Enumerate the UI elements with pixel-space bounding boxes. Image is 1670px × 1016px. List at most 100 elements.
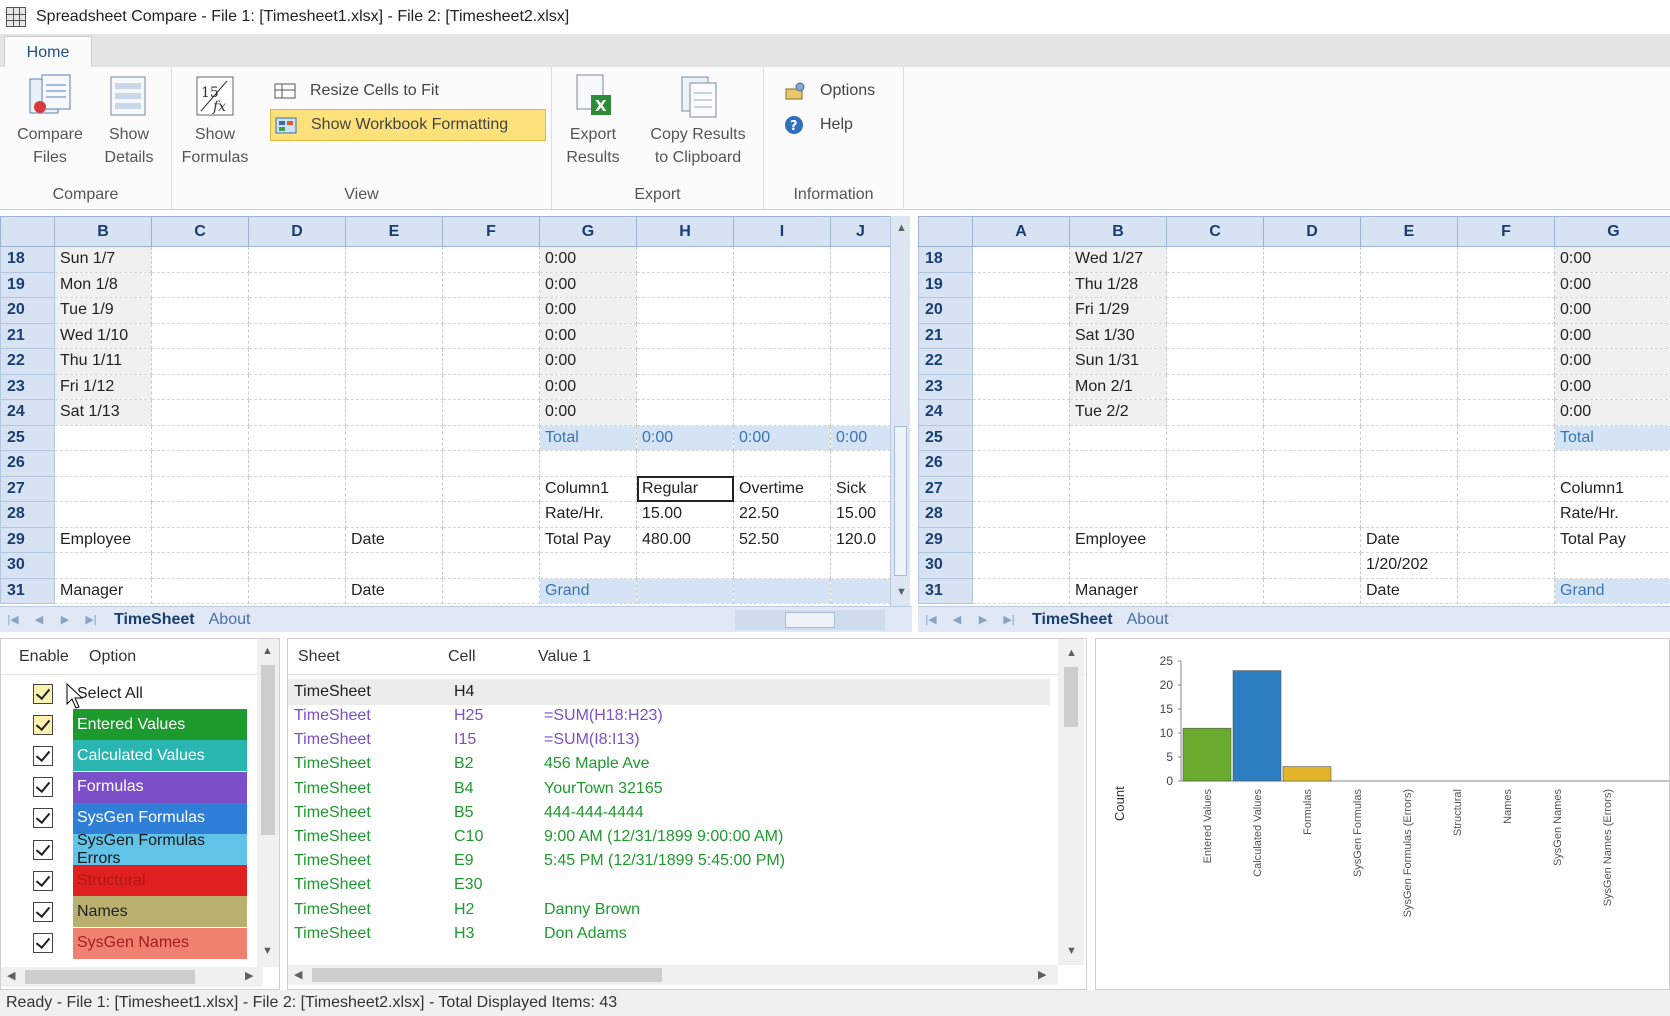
grid-cell[interactable] xyxy=(1166,374,1264,400)
grid-cell[interactable] xyxy=(151,450,249,477)
show-details-button[interactable]: Show Details xyxy=(94,73,164,169)
grid-cell[interactable] xyxy=(1360,246,1458,273)
grid-cell[interactable] xyxy=(733,399,831,426)
grid-cell[interactable]: Fri 1/12 xyxy=(54,374,152,400)
option-row[interactable]: Entered Values xyxy=(1,708,261,741)
option-row[interactable]: SysGen Formulas Errors xyxy=(1,832,261,867)
scroll-right-icon[interactable]: ▶ xyxy=(1038,968,1046,981)
grid-cell[interactable] xyxy=(539,450,637,477)
grid-cell[interactable] xyxy=(248,399,346,426)
copy-results-button[interactable]: Copy Results to Clipboard xyxy=(640,73,756,169)
grid-cell[interactable]: 0:00 xyxy=(1554,246,1670,273)
column-header-d[interactable]: D xyxy=(1263,216,1361,247)
column-header-c[interactable]: C xyxy=(151,216,249,247)
grid-cell[interactable] xyxy=(972,450,1070,477)
grid-cell[interactable] xyxy=(345,323,443,349)
grid-cell[interactable] xyxy=(1457,246,1555,273)
row-header[interactable]: 21 xyxy=(918,322,973,349)
grid-cell[interactable]: 0:00 xyxy=(539,399,637,426)
grid-cell[interactable]: Column1 xyxy=(1554,476,1670,502)
grid-cell[interactable] xyxy=(1457,297,1555,324)
grid-cell[interactable] xyxy=(1457,578,1555,604)
grid-cell[interactable] xyxy=(972,425,1070,451)
grid-cell[interactable]: Mon 2/1 xyxy=(1069,374,1167,400)
grid-cell[interactable] xyxy=(1263,578,1361,604)
grid-cell[interactable] xyxy=(442,374,540,400)
enable-checkbox[interactable] xyxy=(33,683,53,704)
grid-cell[interactable] xyxy=(1263,348,1361,375)
grid-cell[interactable] xyxy=(248,476,346,502)
grid-cell[interactable] xyxy=(830,272,891,298)
option-column-header[interactable]: Option xyxy=(71,648,136,666)
result-row[interactable]: TimeSheet H4 xyxy=(288,679,1050,705)
grid-cell[interactable] xyxy=(1166,578,1264,604)
last-sheet-icon[interactable]: ▶| xyxy=(996,613,1022,626)
grid-cell[interactable]: Thu 1/28 xyxy=(1069,272,1167,298)
row-header[interactable]: 19 xyxy=(0,271,55,298)
column-header-g[interactable]: G xyxy=(1554,216,1670,247)
column-header-f[interactable]: F xyxy=(442,216,540,247)
row-header[interactable]: 28 xyxy=(918,501,973,528)
grid-cell[interactable] xyxy=(733,578,831,604)
grid-cell[interactable]: Total xyxy=(1554,425,1670,451)
row-header[interactable]: 22 xyxy=(918,348,973,375)
row-header[interactable]: 24 xyxy=(0,399,55,426)
grid-cell[interactable]: Sick xyxy=(830,476,891,502)
grid-cell[interactable] xyxy=(151,527,249,553)
next-sheet-icon[interactable]: ▶ xyxy=(970,613,996,626)
grid-cell[interactable] xyxy=(1360,450,1458,477)
column-header-f[interactable]: F xyxy=(1457,216,1555,247)
file1-hscroll-thumb[interactable] xyxy=(785,612,835,628)
grid-cell[interactable] xyxy=(248,501,346,528)
grid-cell[interactable] xyxy=(1166,527,1264,553)
option-row[interactable]: Calculated Values xyxy=(1,739,261,772)
grid-cell[interactable] xyxy=(636,348,734,375)
options-hscroll-thumb[interactable] xyxy=(25,970,195,984)
scroll-left-icon[interactable]: ◀ xyxy=(7,969,15,982)
grid-cell[interactable] xyxy=(972,578,1070,604)
grid-cell[interactable] xyxy=(1263,246,1361,273)
grid-cell[interactable]: 0:00 xyxy=(636,425,734,451)
cell-column-header[interactable]: Cell xyxy=(448,648,538,666)
grid-cell[interactable] xyxy=(248,323,346,349)
result-row[interactable]: TimeSheet E30 xyxy=(294,873,1044,899)
grid-cell[interactable]: 0:00 xyxy=(539,297,637,324)
grid-cell[interactable] xyxy=(442,246,540,273)
grid-cell[interactable] xyxy=(972,476,1070,502)
first-sheet-icon[interactable]: |◀ xyxy=(918,613,944,626)
grid-cell[interactable] xyxy=(54,450,152,477)
grid-cell[interactable] xyxy=(1360,348,1458,375)
grid-cell[interactable] xyxy=(636,272,734,298)
enable-checkbox[interactable] xyxy=(33,901,53,922)
grid-cell[interactable]: 15.00 xyxy=(830,501,891,528)
grid-cell[interactable] xyxy=(345,399,443,426)
grid-cell[interactable] xyxy=(151,374,249,400)
grid-cell[interactable] xyxy=(972,552,1070,579)
grid-cell[interactable] xyxy=(733,272,831,298)
scroll-up-icon[interactable]: ▲ xyxy=(896,222,907,234)
grid-cell[interactable] xyxy=(345,552,443,579)
grid-cell[interactable] xyxy=(1263,323,1361,349)
grid-cell[interactable]: Date xyxy=(345,527,443,553)
grid-cell[interactable] xyxy=(636,450,734,477)
grid-cell[interactable] xyxy=(54,552,152,579)
grid-cell[interactable] xyxy=(830,323,891,349)
scroll-left-icon[interactable]: ◀ xyxy=(294,968,302,981)
value1-column-header[interactable]: Value 1 xyxy=(538,648,591,666)
row-header[interactable]: 23 xyxy=(918,373,973,400)
grid-cell[interactable] xyxy=(1166,399,1264,426)
enable-checkbox[interactable] xyxy=(33,839,53,860)
row-header[interactable]: 27 xyxy=(0,475,55,502)
scroll-down-icon[interactable]: ▼ xyxy=(896,586,907,598)
grid-cell[interactable] xyxy=(151,501,249,528)
grid-cell[interactable] xyxy=(442,425,540,451)
grid-cell[interactable] xyxy=(1263,450,1361,477)
file1-horizontal-scrollbar[interactable] xyxy=(735,610,885,630)
grid-cell[interactable] xyxy=(1457,272,1555,298)
grid-cell[interactable] xyxy=(1457,501,1555,528)
row-header[interactable]: 30 xyxy=(918,552,973,579)
grid-cell[interactable] xyxy=(1360,297,1458,324)
last-sheet-icon[interactable]: ▶| xyxy=(78,613,104,626)
grid-cell[interactable] xyxy=(1360,323,1458,349)
corner-cell[interactable] xyxy=(918,216,973,247)
